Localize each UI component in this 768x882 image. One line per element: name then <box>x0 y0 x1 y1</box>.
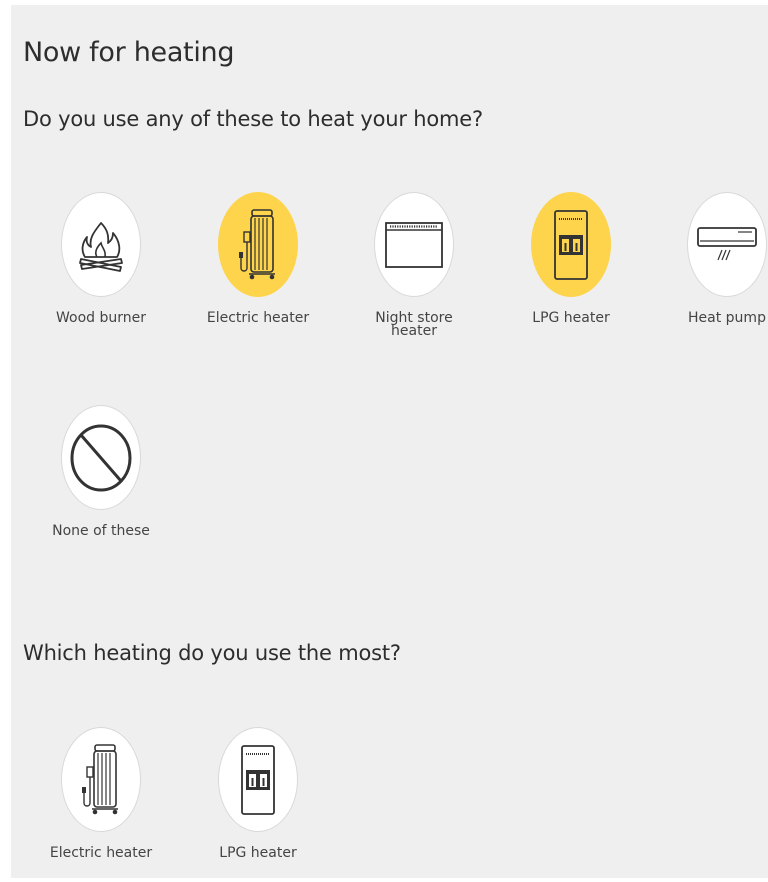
option-label: Electric heater <box>49 845 153 861</box>
option-heat-pump[interactable]: Heat pump <box>662 192 768 325</box>
option-circle[interactable] <box>531 192 611 297</box>
option-electric-heater[interactable]: Electric heater <box>193 192 323 325</box>
option-label: LPG heater <box>532 310 610 326</box>
lpg-heater-icon <box>551 207 591 283</box>
option-circle[interactable] <box>61 405 141 510</box>
option-circle[interactable] <box>374 192 454 297</box>
lpg-heater-icon <box>238 742 278 818</box>
option-most-lpg-heater[interactable]: LPG heater <box>193 727 323 860</box>
option-label: LPG heater <box>219 845 297 861</box>
question-most-used-heating: Which heating do you use the most? <box>23 641 401 665</box>
option-label: Heat pump <box>688 310 766 326</box>
option-wood-burner[interactable]: Wood burner <box>36 192 166 325</box>
option-circle[interactable] <box>61 727 141 832</box>
option-label: None of these <box>52 523 150 539</box>
night-store-heater-icon <box>383 217 445 273</box>
none-icon <box>66 418 136 498</box>
option-most-electric-heater[interactable]: Electric heater <box>36 727 166 860</box>
heating-page: Now for heating Do you use any of these … <box>11 5 768 878</box>
option-none-of-these[interactable]: None of these <box>36 405 166 538</box>
heat-pump-icon <box>694 220 760 270</box>
option-night-store-heater[interactable]: Night store heater <box>349 192 479 338</box>
option-circle[interactable] <box>687 192 767 297</box>
option-label: Electric heater <box>206 310 310 326</box>
page-title: Now for heating <box>23 37 235 68</box>
option-circle[interactable] <box>61 192 141 297</box>
option-circle[interactable] <box>218 727 298 832</box>
electric-heater-icon <box>233 202 283 288</box>
wood-burner-icon <box>71 205 131 285</box>
option-lpg-heater[interactable]: LPG heater <box>506 192 636 325</box>
option-circle[interactable] <box>218 192 298 297</box>
option-label: Wood burner <box>55 310 146 326</box>
question-heating-types: Do you use any of these to heat your hom… <box>23 107 483 131</box>
electric-heater-icon <box>76 737 126 823</box>
option-label: Night store heater <box>375 310 453 339</box>
